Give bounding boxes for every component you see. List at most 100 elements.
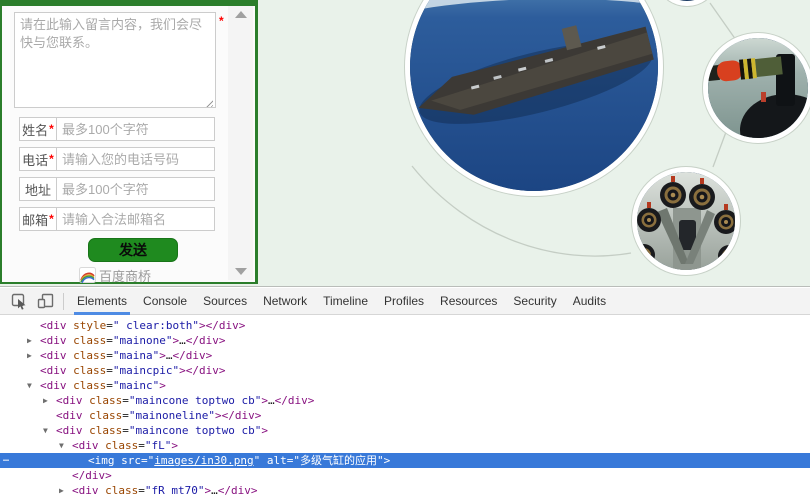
syntax-token: = xyxy=(106,334,113,347)
message-textarea[interactable] xyxy=(14,12,216,108)
field-label: 邮箱* xyxy=(19,207,57,231)
field-input-0[interactable] xyxy=(57,117,215,141)
expand-arrow-icon[interactable]: ▶ xyxy=(59,483,64,497)
syntax-token: class xyxy=(105,484,138,497)
devtools-tab-sources[interactable]: Sources xyxy=(195,288,255,315)
devtools-tab-network[interactable]: Network xyxy=(255,288,315,315)
syntax-token: "maina" xyxy=(113,349,159,362)
dom-node-source: <div class="fL"> xyxy=(0,438,178,453)
syntax-token: > xyxy=(261,424,268,437)
field-input-1[interactable] xyxy=(57,147,215,171)
syntax-token: </div> xyxy=(275,394,315,407)
devtools-tab-elements[interactable]: Elements xyxy=(69,288,135,315)
expand-arrow-icon[interactable]: ▶ xyxy=(43,393,48,408)
submarine-with-torpedo-photo[interactable] xyxy=(703,33,810,143)
syntax-token: src xyxy=(121,454,141,467)
syntax-token: … xyxy=(179,334,186,347)
syntax-token: = xyxy=(106,364,113,377)
syntax-token: " xyxy=(377,454,384,467)
syntax-token: " clear:both" xyxy=(113,319,199,332)
syntax-token: "maincpic" xyxy=(113,364,179,377)
syntax-token: = xyxy=(122,409,129,422)
syntax-token: <img xyxy=(88,454,121,467)
dom-node-row[interactable]: ▶<div class="maina">…</div> xyxy=(0,348,810,363)
syntax-token: > xyxy=(261,394,268,407)
syntax-token: = xyxy=(138,484,145,497)
syntax-token: =" xyxy=(141,454,154,467)
torpedo-launch-tubes-photo[interactable] xyxy=(632,167,740,275)
syntax-token: <div xyxy=(56,424,89,437)
field-input-2[interactable] xyxy=(57,177,215,201)
dom-node-row[interactable]: ▼<div class="fL"> xyxy=(0,438,810,453)
expand-arrow-icon[interactable]: ▶ xyxy=(27,333,32,348)
collapse-arrow-icon[interactable]: ▼ xyxy=(27,378,32,393)
devtools-tab-timeline[interactable]: Timeline xyxy=(315,288,376,315)
syntax-token: class xyxy=(89,409,122,422)
field-input-3[interactable] xyxy=(57,207,215,231)
devtools-tab-audits[interactable]: Audits xyxy=(565,288,614,315)
field-label: 姓名* xyxy=(19,117,57,141)
syntax-token: class xyxy=(73,364,106,377)
aircraft-carrier-art xyxy=(410,0,658,191)
field-label: 地址 xyxy=(19,177,57,201)
syntax-token: "mainone" xyxy=(113,334,173,347)
required-asterisk: * xyxy=(49,122,54,136)
screen: * 姓名*电话*地址邮箱* 发送 百度商桥 xyxy=(0,0,810,498)
resource-link[interactable]: images/in30.png xyxy=(154,454,253,467)
dom-node-row[interactable]: <div class="mainoneline"></div> xyxy=(0,408,810,423)
dom-node-row[interactable]: ▶<div class="fR mt70">…</div> xyxy=(0,483,810,497)
syntax-token: = xyxy=(122,424,129,437)
scroll-down-arrow-icon[interactable] xyxy=(235,268,247,275)
syntax-token: = xyxy=(122,394,129,407)
dom-node-row[interactable]: ▼<div class="mainc"> xyxy=(0,378,810,393)
branding-label: 百度商桥 xyxy=(99,266,151,285)
baidu-bridge-icon xyxy=(79,267,96,283)
form-field-row: 地址 xyxy=(19,177,215,201)
submarine-art xyxy=(708,38,808,138)
syntax-token: > xyxy=(384,454,391,467)
syntax-token: <div xyxy=(40,364,73,377)
expand-arrow-icon[interactable]: ▶ xyxy=(27,348,32,363)
dom-node-row[interactable]: <div class="maincpic"></div> xyxy=(0,363,810,378)
devtools-toolbar: ElementsConsoleSourcesNetworkTimelinePro… xyxy=(0,288,810,315)
scroll-up-arrow-icon[interactable] xyxy=(235,11,247,18)
dom-node-row[interactable]: </div> xyxy=(0,468,810,483)
syntax-token: <div xyxy=(72,439,105,452)
form-field-row: 姓名* xyxy=(19,117,215,141)
devtools-tab-profiles[interactable]: Profiles xyxy=(376,288,432,315)
devtools-tab-console[interactable]: Console xyxy=(135,288,195,315)
syntax-token: <div xyxy=(56,394,89,407)
node-overflow-menu-icon[interactable]: … xyxy=(3,451,10,466)
elements-tree: <div style=" clear:both"></div>▶<div cla… xyxy=(0,315,810,497)
syntax-token: "mainoneline" xyxy=(129,409,215,422)
dom-node-source: <div class="maincone toptwo cb"> xyxy=(0,423,268,438)
collapse-arrow-icon[interactable]: ▼ xyxy=(43,423,48,438)
syntax-token: "fL" xyxy=(145,439,172,452)
dom-node-source: <div class="mainone">…</div> xyxy=(0,333,225,348)
dom-node-row-selected[interactable]: …<img src="images/in30.png" alt="多级气缸的应用… xyxy=(0,453,810,468)
syntax-token: </div> xyxy=(172,349,212,362)
syntax-token: <div xyxy=(56,409,89,422)
send-button[interactable]: 发送 xyxy=(88,238,178,262)
syntax-token: <div xyxy=(40,334,73,347)
toggle-device-toolbar-icon[interactable] xyxy=(32,290,58,312)
baidu-shangqiao-branding[interactable]: 百度商桥 xyxy=(2,265,228,285)
dom-node-row[interactable]: ▶<div class="maincone toptwo cb">…</div> xyxy=(0,393,810,408)
devtools-tab-resources[interactable]: Resources xyxy=(432,288,505,315)
dom-node-row[interactable]: <div style=" clear:both"></div> xyxy=(0,318,810,333)
syntax-token: 多级气缸的应用 xyxy=(300,454,377,467)
syntax-token: </div> xyxy=(218,484,258,497)
dom-node-source: <img src="images/in30.png" alt="多级气缸的应用"… xyxy=(0,453,390,468)
syntax-token: class xyxy=(105,439,138,452)
dom-node-row[interactable]: ▶<div class="mainone">…</div> xyxy=(0,333,810,348)
required-asterisk: * xyxy=(49,152,54,166)
inspect-element-icon[interactable] xyxy=(6,290,32,312)
syntax-token: … xyxy=(268,394,275,407)
dom-node-source: <div class="mainc"> xyxy=(0,378,166,393)
syntax-token: ></div> xyxy=(179,364,225,377)
dom-node-row[interactable]: ▼<div class="maincone toptwo cb"> xyxy=(0,423,810,438)
devtools-tab-security[interactable]: Security xyxy=(505,288,564,315)
syntax-token: </div> xyxy=(186,334,226,347)
syntax-token: ></div> xyxy=(215,409,261,422)
collapse-arrow-icon[interactable]: ▼ xyxy=(59,438,64,453)
